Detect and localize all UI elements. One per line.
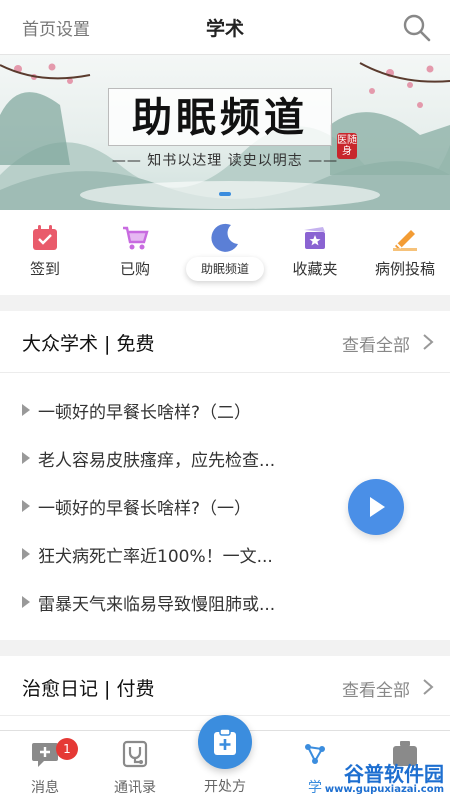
quick-item-checkin[interactable]: 签到	[0, 210, 90, 295]
banner-carousel[interactable]: 助眠频道 医随身 —— 知书以达理 读史以明志 ——	[0, 55, 450, 210]
list-item[interactable]: 狂犬病死亡率近100%！一文...	[22, 540, 322, 570]
section-title: 大众学术 | 免费	[22, 333, 155, 355]
section-header-public: 大众学术 | 免费 查看全部	[0, 311, 450, 373]
list-item-title: 老人容易皮肤瘙痒，应先检查...	[38, 451, 276, 471]
folder-star-icon	[304, 227, 325, 249]
quick-item-favorites[interactable]: 收藏夹	[270, 210, 360, 295]
play-icon	[370, 497, 385, 517]
top-bar: 首页设置 学术	[0, 0, 450, 55]
section-divider	[0, 640, 450, 656]
edit-icon	[393, 230, 417, 251]
bullet-triangle-icon	[22, 596, 30, 608]
calendar-icon	[33, 225, 57, 250]
quick-item-purchased[interactable]: 已购	[90, 210, 180, 295]
bullet-triangle-icon	[22, 500, 30, 512]
stethoscope-icon	[122, 740, 148, 768]
bullet-triangle-icon	[22, 548, 30, 560]
play-button[interactable]	[348, 479, 404, 535]
chevron-right-icon[interactable]	[422, 334, 434, 350]
carousel-dot-active	[219, 192, 231, 196]
list-item-title: 一顿好的早餐长啥样?（一）	[38, 499, 252, 519]
moon-icon	[211, 223, 238, 252]
watermark-brand: 谷普软件园	[344, 762, 444, 786]
section-header-diary: 治愈日记 | 付费 查看全部	[0, 656, 450, 716]
nav-label: 通讯录	[114, 780, 156, 796]
bullet-triangle-icon	[22, 404, 30, 416]
prescribe-label: 开处方	[204, 779, 246, 795]
list-item[interactable]: 一顿好的早餐长啥样?（二）	[22, 396, 322, 426]
quick-item-sleep-channel[interactable]: 助眠频道	[180, 210, 270, 295]
site-watermark: 谷普软件园 www.gupuxiazai.com	[306, 758, 446, 798]
banner-motto: —— 知书以达理 读史以明志 ——	[111, 153, 339, 169]
quick-item-case-submit[interactable]: 病例投稿	[360, 210, 450, 295]
carousel-indicator	[0, 181, 450, 200]
bullet-triangle-icon	[22, 452, 30, 464]
quick-item-label: 病例投稿	[374, 260, 435, 278]
quick-item-label: 已购	[119, 260, 150, 278]
quick-item-label: 签到	[29, 260, 60, 278]
cart-icon	[123, 226, 149, 250]
prescribe-button[interactable]	[198, 715, 252, 769]
nav-label: 消息	[31, 780, 59, 796]
list-item[interactable]: 雷暴天气来临易导致慢阻肺或...	[22, 588, 322, 618]
message-icon	[32, 743, 58, 767]
list-item[interactable]: 一顿好的早餐长啥样?（一）	[22, 492, 322, 522]
unread-badge: 1	[56, 738, 78, 760]
banner-headline: 助眠频道	[132, 94, 308, 141]
search-icon[interactable]	[402, 13, 432, 43]
nav-contacts[interactable]: 通讯录	[90, 731, 180, 800]
clipboard-plus-icon	[214, 728, 236, 755]
section-divider	[0, 295, 450, 311]
app-screen: 首页设置 学术 助眠频道 医随身 —— 知书以达理 读史以明志 —— 签到 已购…	[0, 0, 450, 800]
page-title: 学术	[205, 18, 244, 40]
watermark-url: www.gupuxiazai.com	[324, 784, 444, 795]
quick-item-label: 助眠频道	[186, 257, 264, 281]
list-item-title: 一顿好的早餐长啥样?（二）	[38, 403, 252, 423]
quick-menu: 签到 已购 助眠频道 收藏夹 病例投稿	[0, 210, 450, 295]
quick-item-label: 收藏夹	[292, 260, 338, 278]
chevron-right-icon[interactable]	[422, 679, 434, 695]
view-all-button[interactable]: 查看全部	[342, 331, 410, 356]
nav-messages[interactable]: 1 消息	[0, 731, 90, 800]
list-item-title: 狂犬病死亡率近100%！一文...	[38, 547, 273, 567]
list-item[interactable]: 老人容易皮肤瘙痒，应先检查...	[22, 444, 322, 474]
banner-headline-box: 助眠频道	[108, 88, 332, 146]
section-title: 治愈日记 | 付费	[22, 678, 155, 700]
view-all-button[interactable]: 查看全部	[342, 676, 410, 701]
list-item-title: 雷暴天气来临易导致慢阻肺或...	[38, 595, 276, 615]
